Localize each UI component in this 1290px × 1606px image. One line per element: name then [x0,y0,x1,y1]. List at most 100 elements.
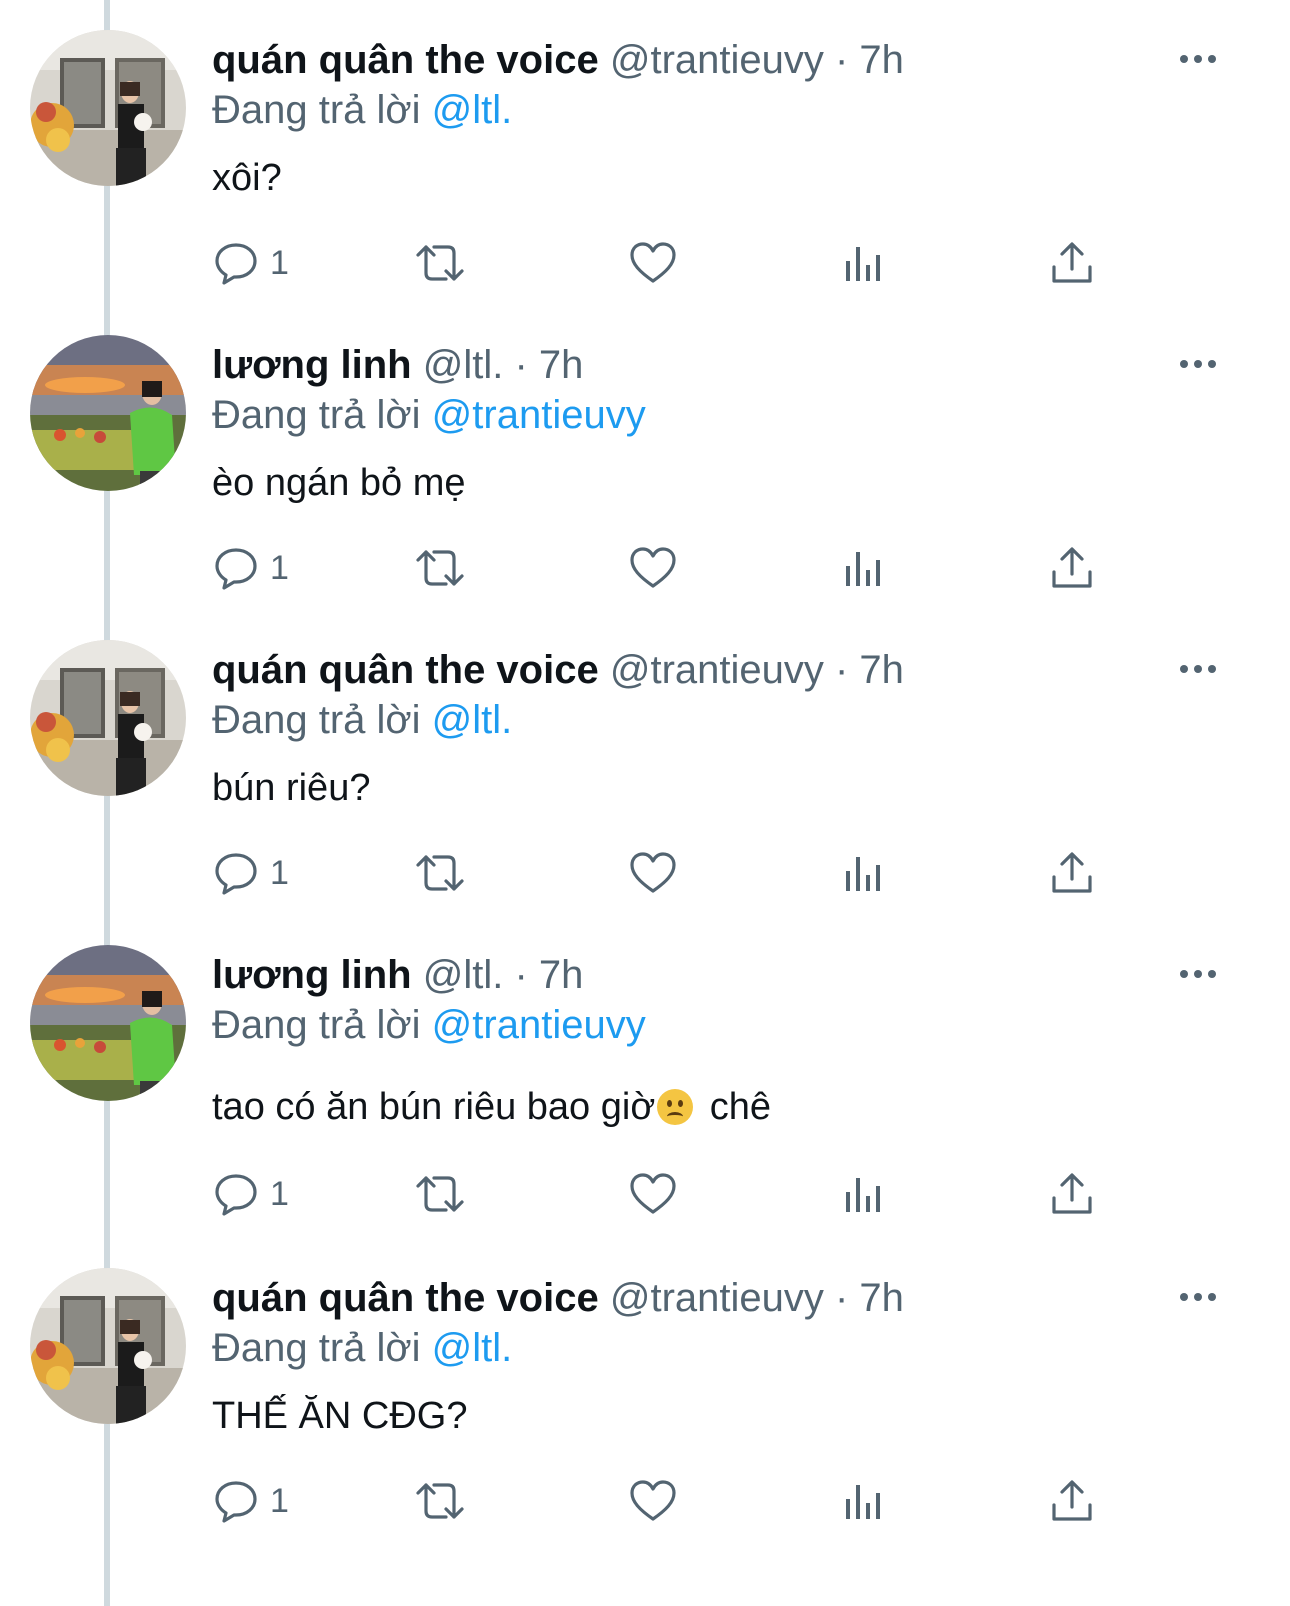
views-bar-chart-icon [846,247,880,281]
heart-icon [630,1173,676,1214]
views-button[interactable] [842,1169,886,1219]
display-name[interactable]: lương linh [212,343,412,387]
reply-button[interactable]: 1 [212,238,289,288]
like-button[interactable] [628,543,678,593]
user-handle[interactable]: @ltl. [423,953,504,997]
avatar[interactable] [30,335,186,491]
share-upload-icon [1052,547,1092,588]
reply-count: 1 [270,1175,289,1213]
share-button[interactable] [1050,848,1094,898]
more-horizontal-icon [1180,360,1216,368]
mention-link[interactable]: @ltl. [432,88,513,132]
share-button[interactable] [1050,1476,1094,1526]
timestamp[interactable]: · 7h [835,38,904,82]
tweet-text: èo ngán bỏ mẹ [212,455,466,511]
tweet[interactable]: quán quân the voice @trantieuvy · 7h Đan… [0,640,1290,930]
retweet-button[interactable] [412,1169,468,1219]
reply-button[interactable]: 1 [212,1169,289,1219]
tweet[interactable]: quán quân the voice @trantieuvy · 7h Đan… [0,30,1290,320]
replying-to-line: Đang trả lời @trantieuvy [212,997,646,1053]
action-bar: 1 [212,848,1132,898]
like-button[interactable] [628,238,678,288]
reply-button[interactable]: 1 [212,543,289,593]
like-button[interactable] [628,1169,678,1219]
display-name[interactable]: quán quân the voice [212,38,599,82]
more-options-button[interactable] [1178,44,1218,74]
reply-button[interactable]: 1 [212,848,289,898]
action-bar: 1 [212,543,1132,593]
user-handle[interactable]: @trantieuvy [610,1276,824,1320]
user-photo-sunset [30,945,186,1101]
share-upload-icon [1052,242,1092,283]
tweet-text-content: xôi? [212,157,282,199]
user-handle[interactable]: @trantieuvy [610,38,824,82]
user-photo-storefront [30,1268,186,1424]
tweet-header: quán quân the voice @trantieuvy · 7h [212,640,904,700]
more-options-button[interactable] [1178,1282,1218,1312]
like-button[interactable] [628,1476,678,1526]
views-button[interactable] [842,543,886,593]
heart-icon [630,1480,676,1521]
tweet-text-content: èo ngán bỏ mẹ [212,462,466,504]
mention-link[interactable]: @ltl. [432,698,513,742]
timestamp[interactable]: · 7h [514,343,583,387]
tweet-header: lương linh @ltl. · 7h [212,335,583,395]
tweet-header: quán quân the voice @trantieuvy · 7h [212,30,904,90]
timestamp[interactable]: · 7h [514,953,583,997]
more-options-button[interactable] [1178,654,1218,684]
share-button[interactable] [1050,543,1094,593]
share-upload-icon [1052,1480,1092,1521]
user-handle[interactable]: @ltl. [423,343,504,387]
more-horizontal-icon [1180,1293,1216,1301]
user-photo-storefront [30,30,186,186]
retweet-button[interactable] [412,848,468,898]
avatar[interactable] [30,945,186,1101]
timestamp[interactable]: · 7h [835,1276,904,1320]
reply-count: 1 [270,1482,289,1520]
like-button[interactable] [628,848,678,898]
mention-link[interactable]: @trantieuvy [432,393,646,437]
avatar[interactable] [30,30,186,186]
share-button[interactable] [1050,238,1094,288]
display-name[interactable]: quán quân the voice [212,648,599,692]
timestamp[interactable]: · 7h [835,648,904,692]
reply-count: 1 [270,549,289,587]
mention-link[interactable]: @trantieuvy [432,1003,646,1047]
views-bar-chart-icon [846,857,880,891]
views-button[interactable] [842,238,886,288]
avatar[interactable] [30,1268,186,1424]
retweet-icon [416,245,464,281]
retweet-icon [416,1176,464,1212]
user-handle[interactable]: @trantieuvy [610,648,824,692]
retweet-button[interactable] [412,238,468,288]
share-button[interactable] [1050,1169,1094,1219]
tweet[interactable]: quán quân the voice @trantieuvy · 7h Đan… [0,1268,1290,1568]
heart-icon [630,242,676,283]
tweet-text-content: tao có ăn bún riêu bao giờ [212,1086,656,1128]
retweet-button[interactable] [412,543,468,593]
more-options-button[interactable] [1178,349,1218,379]
replying-to-line: Đang trả lời @trantieuvy [212,387,646,443]
views-button[interactable] [842,1476,886,1526]
user-photo-storefront [30,640,186,796]
reply-bubble-icon [215,548,257,590]
tweet[interactable]: lương linh @ltl. · 7h Đang trả lời @tran… [0,335,1290,625]
display-name[interactable]: quán quân the voice [212,1276,599,1320]
more-options-button[interactable] [1178,959,1218,989]
tweet-text: bún riêu? [212,760,370,816]
avatar[interactable] [30,640,186,796]
views-button[interactable] [842,848,886,898]
action-bar: 1 [212,1476,1132,1526]
tweet[interactable]: lương linh @ltl. · 7h Đang trả lời @tran… [0,945,1290,1265]
display-name[interactable]: lương linh [212,953,412,997]
tweet-text-content: THẾ ĂN CĐG? [212,1395,468,1437]
tweet-text-trailing: chê [699,1086,772,1128]
mention-link[interactable]: @ltl. [432,1326,513,1370]
retweet-button[interactable] [412,1476,468,1526]
reply-button[interactable]: 1 [212,1476,289,1526]
views-bar-chart-icon [846,1178,880,1212]
tweet-text: THẾ ĂN CĐG? [212,1388,467,1444]
action-bar: 1 [212,1169,1132,1219]
reply-bubble-icon [215,853,257,895]
retweet-icon [416,1483,464,1519]
